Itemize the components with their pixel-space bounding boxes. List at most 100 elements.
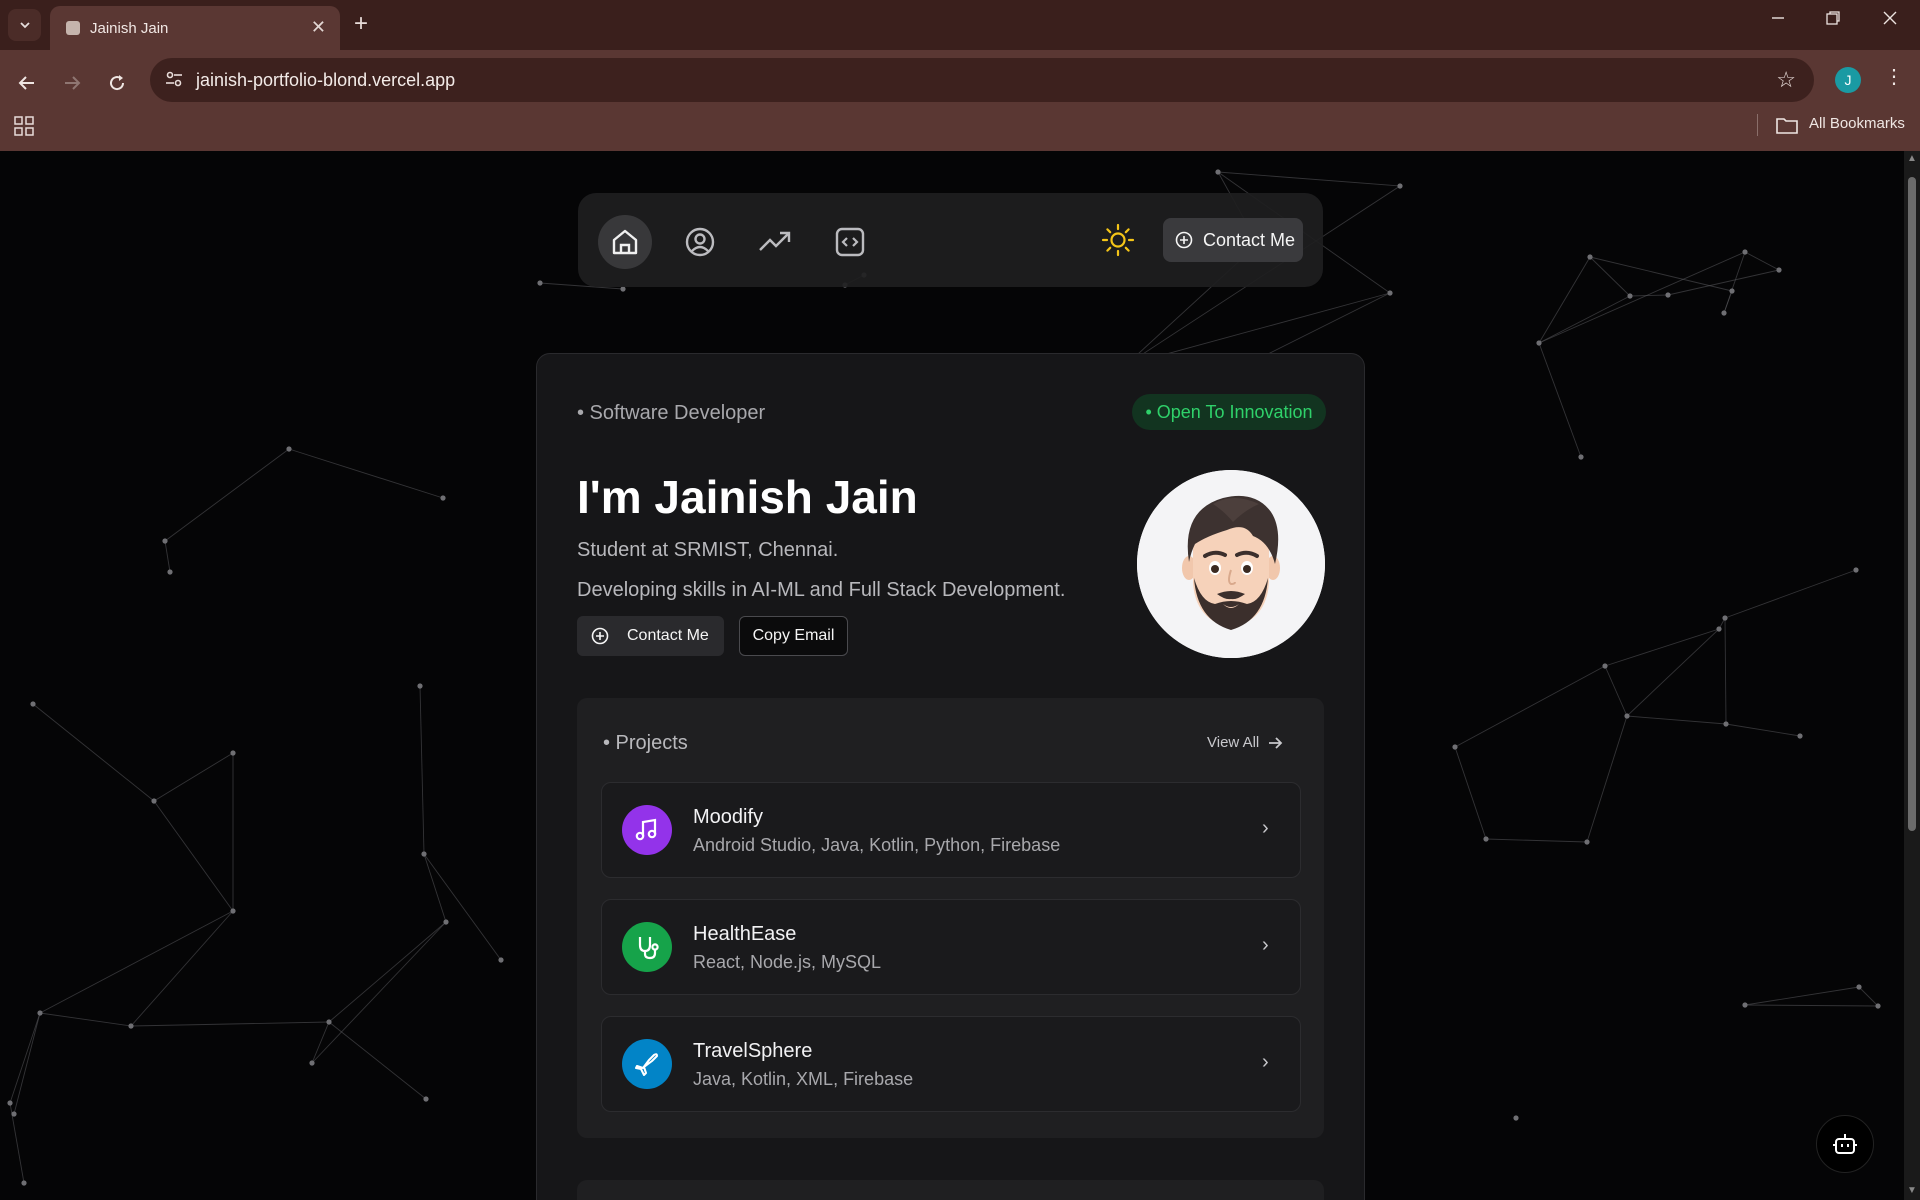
address-bar[interactable]: jainish-portfolio-blond.vercel.app ☆ [150,58,1814,102]
network-line [1586,715,1628,843]
profile-avatar[interactable]: J [1835,67,1861,93]
arrow-right-icon [1269,736,1283,749]
network-node [421,851,427,857]
network-node [151,798,157,804]
scroll-up-icon[interactable]: ▲ [1907,153,1917,164]
nav-home[interactable] [598,215,652,269]
network-node [1665,292,1671,298]
back-button[interactable] [10,66,44,100]
nav-experience[interactable] [748,215,802,269]
network-node [30,701,36,707]
page-scrollbar[interactable]: ▲ ▼ [1904,151,1920,1200]
network-node [1483,836,1489,842]
network-node [440,495,446,501]
network-line [153,800,234,912]
project-row-travelsphere[interactable]: TravelSphere Java, Kotlin, XML, Firebase… [601,1016,1301,1112]
apps-grid-icon[interactable] [14,116,34,136]
network-node [1513,1115,1519,1121]
site-info-icon[interactable] [164,69,186,91]
network-node [417,683,423,689]
hero-card: • Software Developer • Open To Innovatio… [536,353,1365,1200]
network-line [1724,569,1857,619]
project-tech: Java, Kotlin, XML, Firebase [693,1069,914,1089]
scroll-thumb[interactable] [1908,177,1916,831]
chatbot-button[interactable] [1816,1115,1874,1173]
scroll-down-icon[interactable]: ▼ [1907,1185,1917,1196]
network-line [1454,746,1487,840]
network-node [167,569,173,575]
url-text[interactable]: jainish-portfolio-blond.vercel.app [196,70,455,91]
close-tab-icon[interactable]: ✕ [311,17,326,38]
network-node [1721,310,1727,316]
browser-tab[interactable]: Jainish Jain ✕ [50,6,340,50]
contact-me-label: Contact Me [627,627,709,644]
network-node [1602,663,1608,669]
network-line [328,1021,427,1100]
view-all-label: View All [1207,734,1260,751]
restore-icon[interactable] [1825,10,1841,31]
network-node [128,1023,134,1029]
forward-button[interactable] [55,66,89,100]
network-node [286,446,292,452]
network-node [7,1100,13,1106]
network-line [423,853,502,961]
memoji-avatar-icon [1137,470,1325,658]
arrow-left-icon [18,76,34,90]
browser-menu-icon[interactable]: ⋮ [1884,64,1904,89]
network-node [443,919,449,925]
network-node [1729,288,1735,294]
network-node [1853,567,1859,573]
nav-about[interactable] [673,215,727,269]
network-line [1626,715,1727,725]
network-line [164,448,290,542]
network-node [326,1019,332,1025]
network-line [39,1012,132,1027]
network-node [230,750,236,756]
nav-projects[interactable] [823,215,877,269]
copy-email-button[interactable]: Copy Email [739,616,848,656]
project-row-healthease[interactable]: HealthEase React, Node.js, MySQL › [601,899,1301,995]
new-tab-button[interactable]: + [354,10,368,38]
network-node [1742,1002,1748,1008]
network-line [1259,292,1391,359]
network-node [1875,1003,1881,1009]
network-node [309,1060,315,1066]
all-bookmarks-link[interactable]: All Bookmarks [1809,115,1905,132]
network-line [423,853,447,923]
network-line [1454,665,1606,748]
reload-icon [110,75,125,91]
folder-icon [1776,118,1798,134]
projects-heading: • Projects [603,732,688,754]
network-node [1722,615,1728,621]
tab-search-button[interactable] [8,9,41,41]
reload-button[interactable] [100,66,134,100]
network-node [1584,839,1590,845]
network-line [130,910,234,1027]
network-node [11,1111,17,1117]
chevron-right-icon: › [1262,817,1269,839]
network-line [39,910,234,1014]
network-line [419,685,425,855]
projects-section: • Projects View All Moodify Android Stud… [577,698,1324,1138]
network-node [1797,733,1803,739]
sun-icon[interactable] [1101,223,1135,257]
browser-tab-strip: Jainish Jain ✕ + [0,0,1920,50]
view-all-link[interactable]: View All [1207,734,1283,751]
hero-subtitle-skills: Developing skills in AI-ML and Full Stac… [577,579,1066,601]
status-badge: • Open To Innovation [1132,394,1326,430]
minimize-icon[interactable] [1770,10,1786,31]
arrow-right-icon [65,76,81,90]
project-name: Moodify [693,806,764,828]
nav-contact-button[interactable]: Contact Me [1163,218,1303,262]
close-window-icon[interactable] [1882,10,1898,31]
project-name: TravelSphere [693,1040,813,1062]
bookmark-star-icon[interactable]: ☆ [1776,67,1796,93]
contact-me-button[interactable]: Contact Me [577,616,724,656]
avatar [1137,470,1325,658]
project-row-moodify[interactable]: Moodify Android Studio, Java, Kotlin, Py… [601,782,1301,878]
role-label: • Software Developer [577,402,766,424]
home-icon [612,229,638,255]
network-line [1744,251,1780,271]
user-circle-icon [685,227,715,257]
network-line [1538,251,1746,344]
